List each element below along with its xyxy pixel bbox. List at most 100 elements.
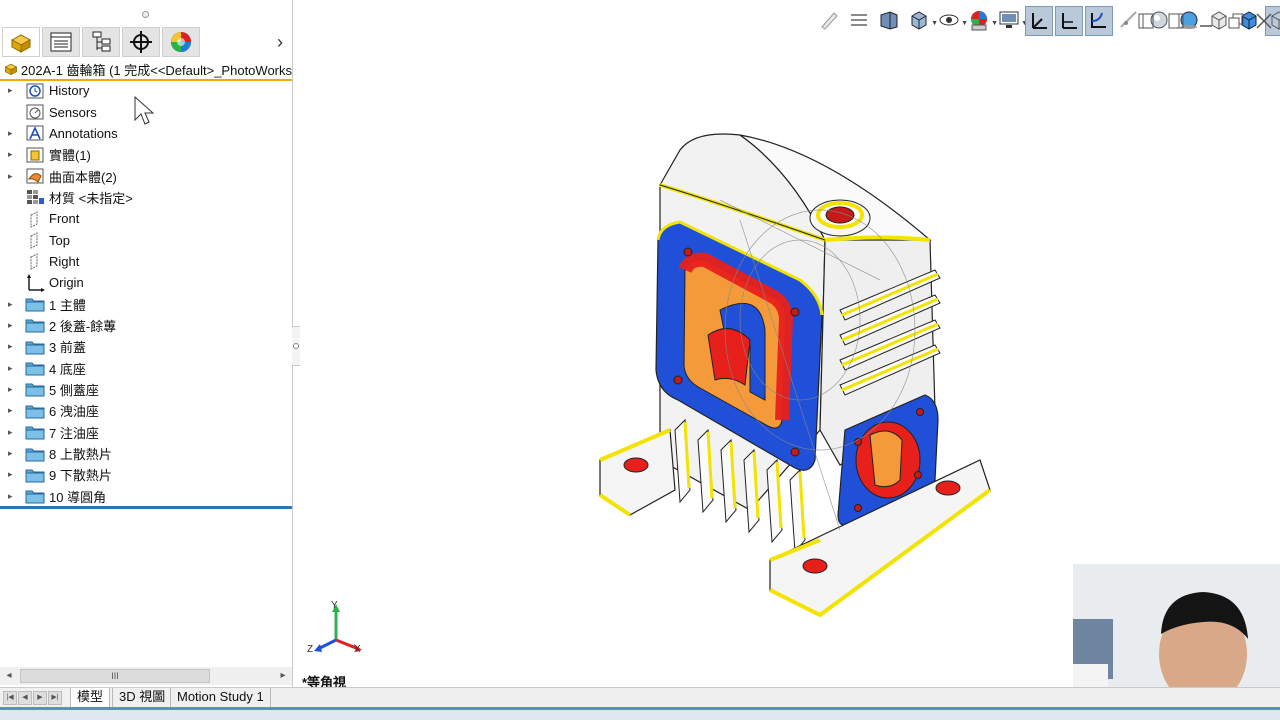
tree-item-label: Front (49, 211, 80, 227)
view-selector-button[interactable] (1025, 6, 1053, 36)
tree-item-label: 9 下散熱片 (49, 468, 112, 484)
previous-view-button[interactable] (875, 6, 903, 36)
appearance-button[interactable]: ▼ (965, 6, 998, 36)
origin-icon (25, 273, 45, 292)
tree-item[interactable]: Origin (0, 272, 292, 293)
origin-toggle-button[interactable] (1085, 6, 1113, 36)
gearbox-3d-model[interactable] (590, 130, 1000, 625)
section-view-icon (848, 9, 870, 34)
propertymanager-icon (50, 32, 72, 52)
expand-arrow-icon[interactable]: ▸ (8, 149, 16, 160)
tree-item[interactable]: ▸ 2 後蓋-餘蓴 (0, 315, 292, 336)
expand-arrow-icon[interactable]: ▸ (8, 448, 16, 459)
next-tab-button[interactable]: ▶ (33, 691, 47, 705)
prev-tab-button[interactable]: ◀ (18, 691, 32, 705)
scroll-right-icon[interactable]: ▸ (276, 669, 290, 683)
scroll-left-icon[interactable]: ◂ (2, 669, 16, 683)
tree-item[interactable]: ▸ 3 前蓋 (0, 336, 292, 357)
tabs-scroll-right-icon[interactable]: › (270, 32, 290, 52)
expand-arrow-icon[interactable]: ▸ (8, 405, 16, 416)
display-style-icon (998, 9, 1020, 34)
panel-grip[interactable] (142, 11, 149, 18)
previous-view-icon (878, 9, 900, 34)
folder-icon (25, 295, 45, 313)
tree-item[interactable]: ▸ 4 底座 (0, 357, 292, 378)
splitter-grip-icon[interactable] (293, 343, 299, 349)
expand-arrow-icon[interactable]: ▸ (8, 427, 16, 438)
axis-button[interactable] (1055, 6, 1083, 36)
view-orientation-button[interactable]: ▼ (905, 6, 938, 36)
tree-item[interactable]: ▸ 1 主體 (0, 293, 292, 314)
sketch-button[interactable] (815, 6, 843, 36)
display-manager-tab[interactable] (162, 27, 200, 57)
tree-item[interactable]: 材質 <未指定> (0, 187, 292, 208)
reference-triad: Y X Z (306, 600, 368, 658)
scroll-thumb[interactable]: III (20, 669, 210, 683)
dimxpert-tab[interactable] (122, 27, 160, 57)
minimize-button[interactable] (1195, 10, 1217, 32)
tree-item[interactable]: ▸ 實體(1) (0, 144, 292, 165)
expand-arrow-icon[interactable]: ▸ (8, 320, 16, 331)
horizontal-scrollbar[interactable]: ◂ III ▸ (0, 667, 292, 685)
expand-arrow-icon[interactable]: ▸ (8, 171, 16, 182)
expand-arrow-icon[interactable]: ▸ (8, 341, 16, 352)
folder-icon (25, 487, 45, 505)
expand-arrow-icon[interactable]: ▸ (8, 363, 16, 374)
expand-arrow-icon[interactable]: ▸ (8, 299, 16, 310)
tree-item[interactable]: ▸ 9 下散熱片 (0, 464, 292, 485)
expand-arrow-icon[interactable]: ▸ (8, 85, 16, 96)
sketch-icon (818, 9, 840, 34)
display-style-button[interactable]: ▼ (995, 6, 1028, 36)
tile-vertical-icon (1168, 13, 1184, 29)
tile-vertical-button[interactable] (1165, 10, 1187, 32)
last-tab-button[interactable]: ▶| (48, 691, 62, 705)
part-root-item[interactable]: 202A-1 齒輪箱 (1 完成<<Default>_PhotoWorks (0, 59, 292, 81)
tree-item[interactable]: Right (0, 251, 292, 272)
tree-item[interactable]: ▸ 10 導圓角 (0, 486, 292, 507)
section-view-button[interactable] (845, 6, 873, 36)
tree-item[interactable]: Top (0, 229, 292, 250)
feature-manager-panel: › 202A-1 齒輪箱 (1 完成<<Default>_PhotoWorks … (0, 0, 293, 688)
origin-toggle-icon (1088, 9, 1110, 34)
appearance-icon (968, 9, 990, 34)
tree-item-label: 7 注油座 (49, 425, 99, 441)
tab-3d-view[interactable]: 3D 視圖 (112, 688, 173, 707)
folder-icon (25, 445, 45, 463)
tree-item[interactable]: ▸ 5 側蓋座 (0, 379, 292, 400)
expand-arrow-icon[interactable]: ▸ (8, 469, 16, 480)
folder-icon (25, 423, 45, 441)
tree-item[interactable]: ▸ 8 上散熱片 (0, 443, 292, 464)
tree-item-label: 5 側蓋座 (49, 382, 99, 398)
graphics-area[interactable]: ▼▼▼▼ (300, 0, 1280, 720)
tree-item-label: Top (49, 232, 70, 248)
display-manager-icon (171, 32, 191, 52)
hide-show-button[interactable]: ▼ (935, 6, 968, 36)
expand-arrow-icon[interactable]: ▸ (8, 128, 16, 139)
tree-item[interactable]: Front (0, 208, 292, 229)
status-bar (0, 707, 1280, 720)
close-button[interactable] (1253, 10, 1275, 32)
tile-horizontal-button[interactable] (1135, 10, 1157, 32)
tree-end-rollback-bar[interactable] (0, 506, 292, 509)
tree-item[interactable]: ▸ 6 洩油座 (0, 400, 292, 421)
expand-arrow-icon[interactable]: ▸ (8, 491, 16, 502)
bottom-tab-bar: |◀ ◀ ▶ ▶| 模型 3D 視圖 Motion Study 1 (0, 687, 1280, 707)
minimize-icon (1200, 25, 1212, 27)
tree-item[interactable]: ▸ 7 注油座 (0, 422, 292, 443)
expand-arrow-icon[interactable]: ▸ (8, 384, 16, 395)
tree-item-label: 6 洩油座 (49, 404, 99, 420)
view-orientation-icon (908, 9, 930, 34)
featuremanager-tab[interactable] (2, 27, 40, 57)
restore-button[interactable] (1225, 10, 1247, 32)
tree-item[interactable]: ▸ 曲面本體(2) (0, 165, 292, 186)
feature-tree: ▸ History Sensors ▸ Annotations ▸ 實體(1) ▸ 曲面本體(2… (0, 80, 292, 507)
folder-icon (25, 466, 45, 484)
tab-motion-study[interactable]: Motion Study 1 (170, 688, 271, 707)
tree-item-label: Right (49, 253, 80, 269)
configurationmanager-tab[interactable] (82, 27, 120, 57)
propertymanager-tab[interactable] (42, 27, 80, 57)
configurationmanager-icon (92, 31, 111, 52)
surface-bodies-icon (25, 167, 45, 185)
tab-model[interactable]: 模型 (70, 688, 111, 707)
first-tab-button[interactable]: |◀ (3, 691, 17, 705)
